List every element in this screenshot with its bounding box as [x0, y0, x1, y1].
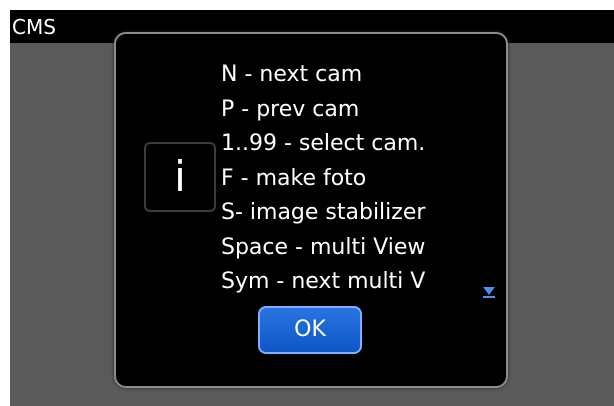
- info-glyph: i: [174, 152, 186, 201]
- message-line-next-cam: N - next cam: [221, 62, 363, 87]
- dialog-message[interactable]: N - next cam P - prev cam 1..99 - select…: [221, 58, 491, 304]
- message-line-prev-cam: P - prev cam: [221, 96, 360, 122]
- info-icon: i: [144, 142, 216, 212]
- message-line-select-cam: 1..99 - select cam.: [221, 131, 426, 156]
- message-line-next-multi: Sym - next multi V: [221, 269, 426, 294]
- ok-button[interactable]: OK: [258, 306, 362, 354]
- scroll-down-arrow-icon[interactable]: [482, 284, 496, 298]
- message-line-image-stabilizer: S- image stabilizer: [221, 200, 426, 225]
- app-title: CMS: [12, 15, 56, 39]
- message-line-multi-view: Space - multi View: [221, 234, 426, 260]
- info-dialog: i N - next cam P - prev cam 1..99 - sele…: [114, 32, 508, 388]
- message-line-make-foto: F - make foto: [221, 165, 367, 191]
- device-screen: CMS i N - next cam P - prev cam 1..99 - …: [10, 10, 614, 406]
